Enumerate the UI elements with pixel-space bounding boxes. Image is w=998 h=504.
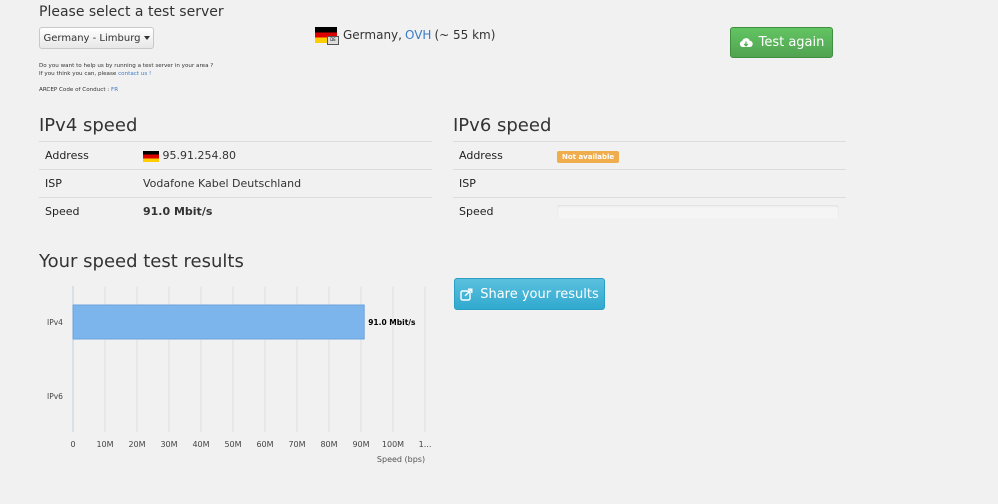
x-tick-label: 60M [256, 440, 273, 449]
x-axis-title: Speed (bps) [377, 455, 425, 464]
data-label: 91.0 Mbit/s [368, 318, 416, 327]
germany-flag-icon [143, 150, 159, 162]
server-heading: Please select a test server [39, 4, 224, 20]
ipv4-row-isp: ISP Vodafone Kabel Deutschland [39, 169, 432, 198]
results-heading: Your speed test results [39, 251, 244, 272]
ipv6-address-label: Address [453, 141, 551, 170]
location-country: Germany, [343, 28, 402, 42]
help-line-1: Do you want to help us by running a test… [39, 63, 214, 69]
x-tick-label: 100M [382, 440, 404, 449]
ipv4-row-address: Address 95.91.254.80 [39, 141, 432, 170]
share-results-label: Share your results [480, 286, 599, 302]
ipv6-isp-value [551, 169, 846, 198]
ipv4-table: Address 95.91.254.80 ISP Vodafone Kabel … [39, 141, 432, 225]
ipv4-speed-label: Speed [39, 197, 137, 225]
ipv4-address-label: Address [39, 141, 137, 170]
ipv4-address-value: 95.91.254.80 [162, 149, 236, 162]
germany-flag-icon: DE [315, 27, 339, 45]
server-dropdown-value: Germany - Limburg [43, 32, 141, 44]
conduct-link-fr[interactable]: FR [111, 87, 118, 93]
x-tick-label: 10M [96, 440, 113, 449]
cloud-download-icon [739, 37, 753, 47]
ipv6-isp-label: ISP [453, 169, 551, 198]
ipv6-table: Address Not available ISP Speed [453, 141, 846, 225]
test-again-button[interactable]: Test again [730, 27, 833, 58]
ipv4-heading: IPv4 speed [39, 115, 138, 136]
contact-link[interactable]: contact us ! [118, 71, 151, 77]
ipv6-row-isp: ISP [453, 169, 846, 198]
category-label: IPv6 [47, 392, 63, 401]
provider-link[interactable]: OVH [405, 28, 431, 42]
x-tick-label: 0 [70, 440, 75, 449]
x-tick-label: 40M [192, 440, 209, 449]
location-distance: (~ 55 km) [434, 28, 496, 42]
category-label: IPv4 [47, 318, 63, 327]
ipv4-isp-label: ISP [39, 169, 137, 198]
conduct-label: ARCEP Code of Conduct : [39, 87, 110, 93]
bar-ipv4 [72, 304, 365, 340]
share-icon [460, 288, 473, 301]
test-again-label: Test again [758, 35, 825, 50]
not-available-badge: Not available [557, 151, 620, 163]
flag-badge: DE [327, 36, 339, 45]
x-tick-label: 70M [288, 440, 305, 449]
server-location: DE Germany, OVH (~ 55 km) [315, 27, 496, 45]
x-tick-label: 90M [352, 440, 369, 449]
ipv4-speed-value: 91.0 Mbit/s [137, 197, 432, 225]
help-line-2: If you think you can, please [39, 71, 117, 77]
x-tick-label: 20M [128, 440, 145, 449]
ipv6-row-speed: Speed [453, 197, 846, 225]
server-dropdown[interactable]: Germany - Limburg [39, 27, 154, 49]
ipv6-row-address: Address Not available [453, 141, 846, 170]
share-results-button[interactable]: Share your results [454, 278, 605, 310]
ipv4-isp-value: Vodafone Kabel Deutschland [137, 169, 432, 198]
ipv6-speed-label: Speed [453, 197, 551, 225]
ipv6-speed-progress [557, 204, 839, 219]
speed-chart: 0 10M 20M 30M 40M 50M 60M 70M 80M 90M 100M 1... Spee… [47, 286, 432, 464]
x-tick-label: 1... [419, 440, 432, 449]
help-text: Do you want to help us by running a test… [39, 62, 213, 94]
chevron-down-icon [143, 36, 150, 40]
ipv4-row-speed: Speed 91.0 Mbit/s [39, 197, 432, 225]
x-tick-label: 50M [224, 440, 241, 449]
ipv6-heading: IPv6 speed [453, 115, 552, 136]
x-tick-label: 80M [320, 440, 337, 449]
x-tick-label: 30M [160, 440, 177, 449]
